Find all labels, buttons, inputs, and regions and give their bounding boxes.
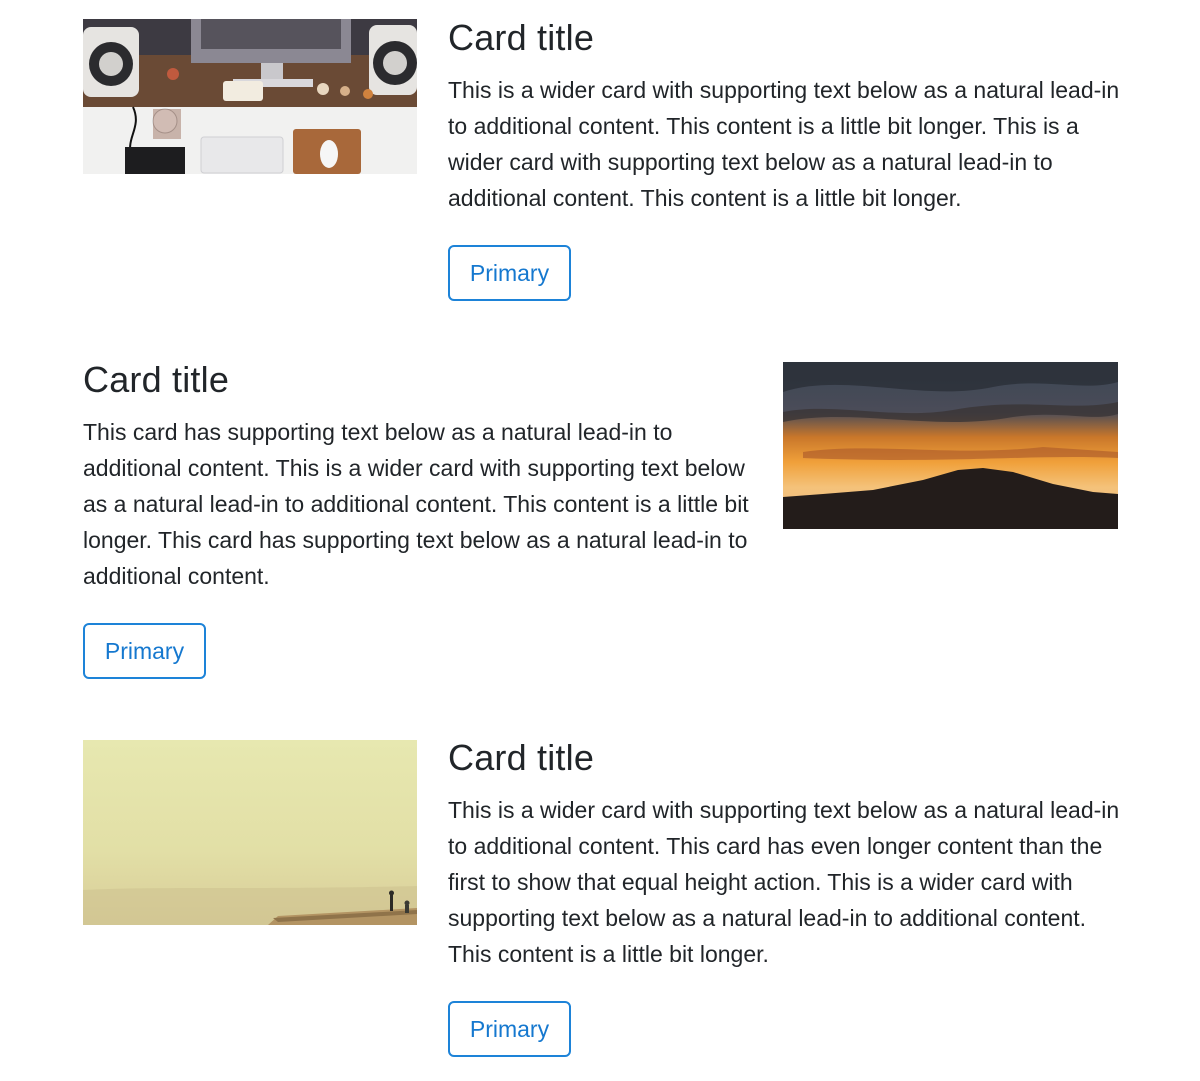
card-image-cliff	[83, 740, 417, 925]
primary-button[interactable]: Primary	[83, 623, 206, 679]
primary-button[interactable]: Primary	[448, 1001, 571, 1057]
card-1: Card title This is a wider card with sup…	[0, 0, 1200, 320]
card-text: This is a wider card with supporting tex…	[448, 797, 1120, 967]
card-image-desk	[83, 19, 417, 174]
card-text: This card has supporting text below as a…	[83, 419, 749, 589]
card-body: Card title This card has supporting text…	[83, 360, 763, 690]
card-image-sunset	[783, 362, 1118, 529]
card-title: Card title	[448, 17, 595, 58]
card-2: Card title This card has supporting text…	[0, 340, 1200, 700]
card-3: Card title This is a wider card with sup…	[0, 720, 1200, 1081]
card-title: Card title	[83, 359, 230, 400]
card-text: This is a wider card with supporting tex…	[448, 77, 1120, 211]
card-body: Card title This is a wider card with sup…	[448, 18, 1128, 318]
card-title: Card title	[448, 737, 595, 778]
primary-button[interactable]: Primary	[448, 245, 571, 301]
card-body: Card title This is a wider card with sup…	[448, 738, 1128, 1078]
